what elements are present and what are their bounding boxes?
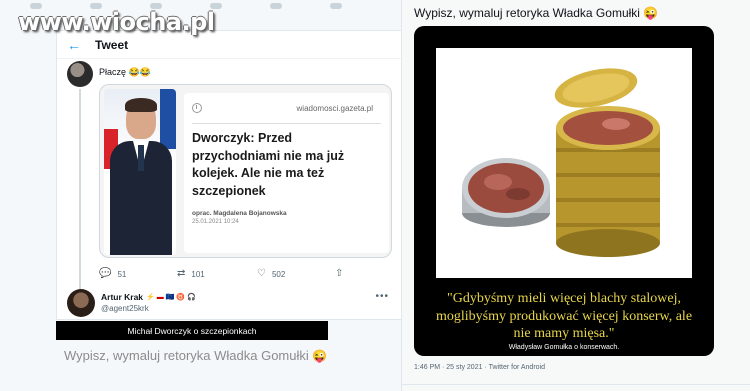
hair xyxy=(125,98,157,112)
clock-icon xyxy=(192,103,202,113)
more-options-icon[interactable]: ••• xyxy=(375,291,389,302)
avatar[interactable] xyxy=(67,289,95,317)
cans-illustration xyxy=(462,68,660,257)
avatar[interactable] xyxy=(67,61,93,87)
reply-count: 51 xyxy=(117,269,127,279)
share-icon: ⇧ xyxy=(335,268,344,279)
heart-icon: ♡ xyxy=(257,268,266,279)
reply-tweet[interactable]: Artur Krak ⚡ ▬ 🇪🇺 ♉ 🎧 @agent25krk ••• xyxy=(67,289,397,319)
poster-image[interactable]: "Gdybyśmy mieli więcej blachy stalowej, … xyxy=(414,26,714,356)
article-byline: oprac. Magdalena Bojanowska xyxy=(192,210,287,217)
retweet-icon: ⇄ xyxy=(177,268,186,279)
tweet-header-title: Tweet xyxy=(95,37,129,52)
left-bottom-text-label: Wypisz, wymaluj retoryka Władka Gomułki xyxy=(64,348,309,363)
article-date: 25.01.2021 10:24 xyxy=(192,219,239,225)
retweet-button[interactable]: ⇄ 101 xyxy=(177,269,257,279)
reply-author-handle: @agent25krk xyxy=(101,304,149,313)
meat-texture xyxy=(602,118,630,130)
thread-line xyxy=(79,89,81,311)
can-ridge xyxy=(556,223,660,227)
wink-emoji-icon: 😜 xyxy=(312,349,328,363)
retweet-count: 101 xyxy=(191,269,205,279)
strip-icon xyxy=(330,3,342,9)
reply-author-name: Artur Krak xyxy=(101,292,144,302)
eu-flag xyxy=(160,89,176,149)
site-watermark: www.wiocha.pl xyxy=(18,8,215,36)
article-top: wiadomosci.gazeta.pl xyxy=(192,99,381,117)
like-count: 502 xyxy=(271,269,286,279)
reply-author[interactable]: Artur Krak ⚡ ▬ 🇪🇺 ♉ 🎧 xyxy=(101,292,196,302)
wink-emoji-icon: 😜 xyxy=(643,6,659,20)
article-headline: Dworczyk: Przed przychodniami nie ma już… xyxy=(192,131,345,198)
tall-can-base xyxy=(556,229,660,257)
divider xyxy=(402,384,750,385)
reply-button[interactable]: 💬 51 xyxy=(99,269,177,279)
tweet-actions: 💬 51 ⇄ 101 ♡ 502 ⇧ xyxy=(99,267,379,281)
page: ← Tweet Płaczę 😂😂 wiadomosci.gazeta.pl D… xyxy=(0,0,750,391)
article-divider xyxy=(192,123,381,124)
tie xyxy=(138,145,144,171)
like-button[interactable]: ♡ 502 xyxy=(257,269,335,279)
caption-bar: Michał Dworczyk o szczepionkach xyxy=(56,321,328,340)
meat-texture xyxy=(506,188,530,200)
tweet-meta[interactable]: 1:46 PM · 25 sty 2021 · Twitter for Andr… xyxy=(414,364,545,371)
right-tweet-text: Wypisz, wymaluj retoryka Władka Gomułki … xyxy=(414,6,658,20)
cans-photo xyxy=(436,48,692,278)
strip-icon xyxy=(270,3,282,9)
person-photo xyxy=(104,89,176,255)
right-tweet-text-label: Wypisz, wymaluj retoryka Władka Gomułki xyxy=(414,6,640,20)
article-source: wiadomosci.gazeta.pl xyxy=(296,103,373,113)
article-card: wiadomosci.gazeta.pl Dworczyk: Przed prz… xyxy=(184,93,389,253)
poster-quote: "Gdybyśmy mieli więcej blachy stalowej, … xyxy=(435,291,693,341)
left-panel: ← Tweet Płaczę 😂😂 wiadomosci.gazeta.pl D… xyxy=(0,0,402,391)
reply-icon: 💬 xyxy=(99,268,112,279)
share-button[interactable]: ⇧ xyxy=(335,269,343,279)
embedded-image[interactable]: wiadomosci.gazeta.pl Dworczyk: Przed prz… xyxy=(99,84,392,258)
reply-author-emojis: ⚡ ▬ 🇪🇺 ♉ 🎧 xyxy=(146,294,196,301)
back-arrow-icon[interactable]: ← xyxy=(67,37,81,53)
meat-texture xyxy=(484,174,512,190)
tweet-text: Płaczę 😂😂 xyxy=(99,67,151,77)
can-ridge xyxy=(556,198,660,202)
left-bottom-text: Wypisz, wymaluj retoryka Władka Gomułki … xyxy=(64,348,327,363)
tweet-card: ← Tweet Płaczę 😂😂 wiadomosci.gazeta.pl D… xyxy=(56,30,401,320)
right-panel: Wypisz, wymaluj retoryka Władka Gomułki … xyxy=(402,0,750,391)
poster-author: Władysław Gomułka o konserwach. xyxy=(508,344,620,351)
can-ridge xyxy=(556,173,660,177)
